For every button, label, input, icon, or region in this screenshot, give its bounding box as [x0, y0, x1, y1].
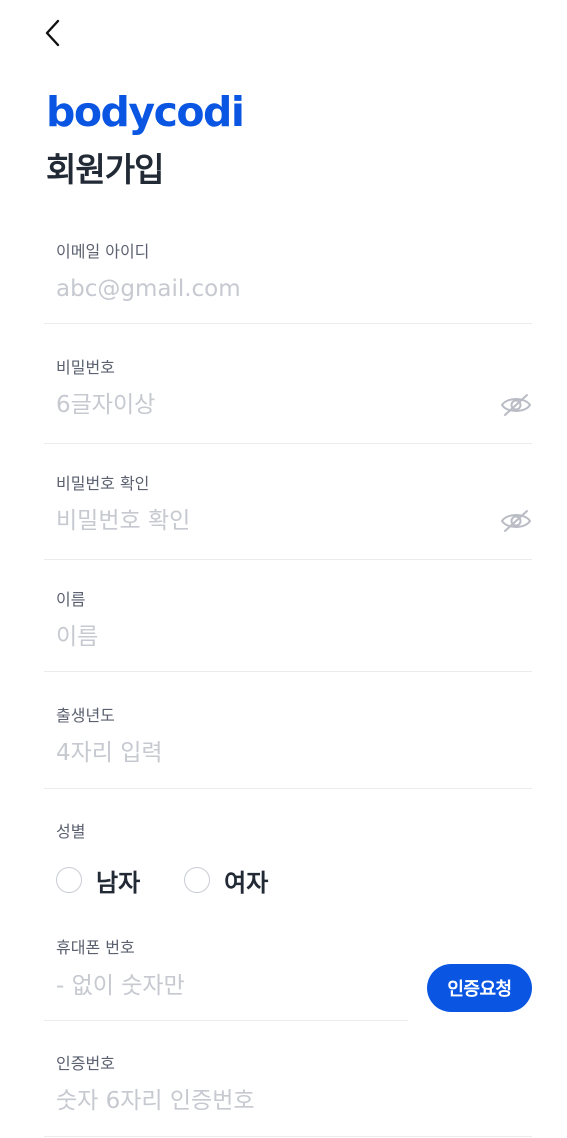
gender-option-male[interactable]: 남자: [56, 863, 140, 898]
name-field-group: 이름: [44, 588, 532, 672]
back-button[interactable]: [36, 16, 68, 50]
divider: [44, 1020, 408, 1021]
email-field-group: 이메일 아이디: [44, 240, 532, 324]
verification-code-label: 인증번호: [56, 1054, 115, 1073]
radio-button[interactable]: [56, 867, 82, 893]
page-title: 회원가입: [46, 150, 164, 189]
request-verification-button[interactable]: 인증요청: [427, 964, 532, 1012]
password-confirm-field-group: 비밀번호 확인: [44, 472, 532, 560]
gender-option-female[interactable]: 여자: [184, 863, 268, 898]
chevron-left-icon: [45, 19, 60, 47]
divider: [44, 671, 532, 672]
phone-input[interactable]: [56, 970, 396, 1002]
eye-off-icon[interactable]: [500, 392, 532, 418]
gender-label: 성별: [56, 822, 86, 841]
eye-off-icon[interactable]: [500, 508, 532, 534]
name-input[interactable]: [56, 621, 476, 653]
divider: [44, 788, 532, 789]
phone-label: 휴대폰 번호: [56, 938, 135, 957]
password-confirm-input[interactable]: [56, 505, 476, 537]
password-label: 비밀번호: [56, 358, 115, 377]
email-input[interactable]: [56, 273, 476, 305]
phone-field-group: 휴대폰 번호 인증요청: [44, 936, 532, 1022]
divider: [44, 323, 532, 324]
gender-radio-group: 남자 여자: [56, 862, 312, 898]
name-label: 이름: [56, 590, 86, 609]
divider: [44, 1136, 532, 1137]
verification-code-input[interactable]: [56, 1085, 476, 1117]
gender-option-label: 남자: [96, 868, 141, 897]
birth-year-input[interactable]: [56, 737, 476, 769]
gender-option-label: 여자: [224, 868, 269, 897]
verification-code-field-group: 인증번호: [44, 1052, 532, 1138]
gender-field-group: 성별: [44, 820, 532, 850]
radio-button[interactable]: [184, 867, 211, 893]
password-field-group: 비밀번호: [44, 356, 532, 444]
divider: [44, 443, 532, 444]
password-input[interactable]: [56, 389, 476, 421]
brand-logo: bodycodi: [46, 88, 245, 136]
birth-year-field-group: 출생년도: [44, 704, 532, 789]
divider: [44, 559, 532, 560]
birth-year-label: 출생년도: [56, 706, 115, 725]
password-confirm-label: 비밀번호 확인: [56, 474, 150, 493]
email-label: 이메일 아이디: [56, 242, 150, 261]
